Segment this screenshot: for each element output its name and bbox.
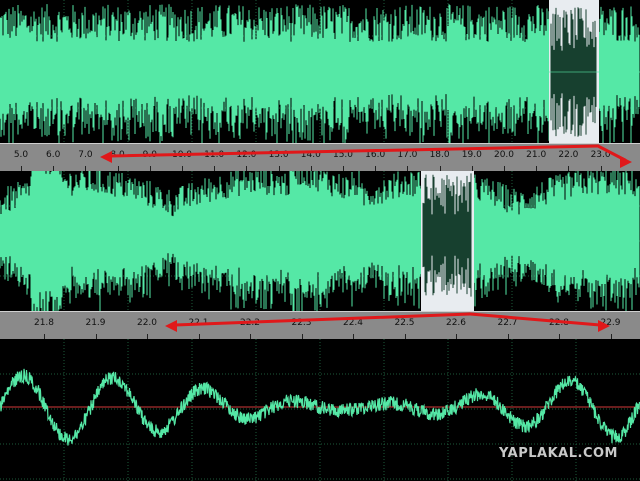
ruler-tick-label: 22.3 — [291, 318, 312, 328]
time-ruler-middle[interactable]: 21.8 21.9 22.0 22.1 22.2 22.3 22.4 22.5 22.6 22.7… — [0, 311, 640, 340]
ruler-tick-label: 14.0 — [300, 150, 321, 160]
ruler-tick-label: 22.4 — [342, 318, 364, 328]
ruler-tick-label: 21.0 — [526, 150, 547, 160]
ruler-tick-label: 22.0 — [558, 150, 579, 160]
waveform-overview[interactable] — [0, 0, 640, 143]
waveform-signal — [0, 171, 640, 311]
ruler-tick-label: 21.9 — [85, 318, 106, 328]
waveform-track-1[interactable] — [0, 0, 640, 143]
ruler-tick-label: 21.8 — [33, 318, 55, 328]
ruler-tick-label: 22.6 — [445, 318, 467, 328]
time-ruler-top[interactable]: 5.0 6.0 7.0 8.0 9.0 10.0 11.0 12.0 13.0 14.0 15.0 1… — [0, 143, 640, 172]
watermark-text: YAPLAKAL.COM — [499, 446, 618, 461]
ruler-tick-label: 6.0 — [46, 150, 61, 160]
ruler-tick-label: 16.0 — [365, 150, 386, 160]
ruler-tick-label: 22.5 — [394, 318, 415, 328]
ruler-tick-label: 17.0 — [397, 150, 418, 160]
ruler-tick-label: 18.0 — [429, 150, 450, 160]
ruler-tick-label: 20.0 — [493, 150, 515, 160]
ruler-tick-label: 22.1 — [188, 318, 209, 328]
waveform-zoomed[interactable] — [0, 171, 640, 311]
ruler-tick-label: 19.0 — [461, 150, 482, 160]
ruler-tick-label: 9.0 — [142, 150, 157, 160]
ruler-tick-label: 12.0 — [236, 150, 257, 160]
ruler-tick-label: 22.7 — [497, 318, 518, 328]
ruler-tick-label: 13.0 — [268, 150, 289, 160]
ruler-tick-label: 22.2 — [239, 318, 261, 328]
ruler-tick-label: 22.0 — [136, 318, 158, 328]
waveform-track-2[interactable] — [0, 171, 640, 311]
ruler-tick-label: 22.8 — [548, 318, 570, 328]
ruler-tick-label: 22.9 — [600, 318, 621, 328]
ruler-tick-label: 8.0 — [110, 150, 125, 160]
ruler-tick-label: 10.0 — [171, 150, 193, 160]
ruler-tick-label: 5.0 — [13, 150, 29, 160]
ruler-tick-label: 23.0 — [590, 150, 611, 160]
ruler-tick-label: 7.0 — [78, 150, 93, 160]
ruler-tick-label: 11.0 — [204, 150, 225, 160]
ruler-tick-label: 15.0 — [332, 150, 354, 160]
